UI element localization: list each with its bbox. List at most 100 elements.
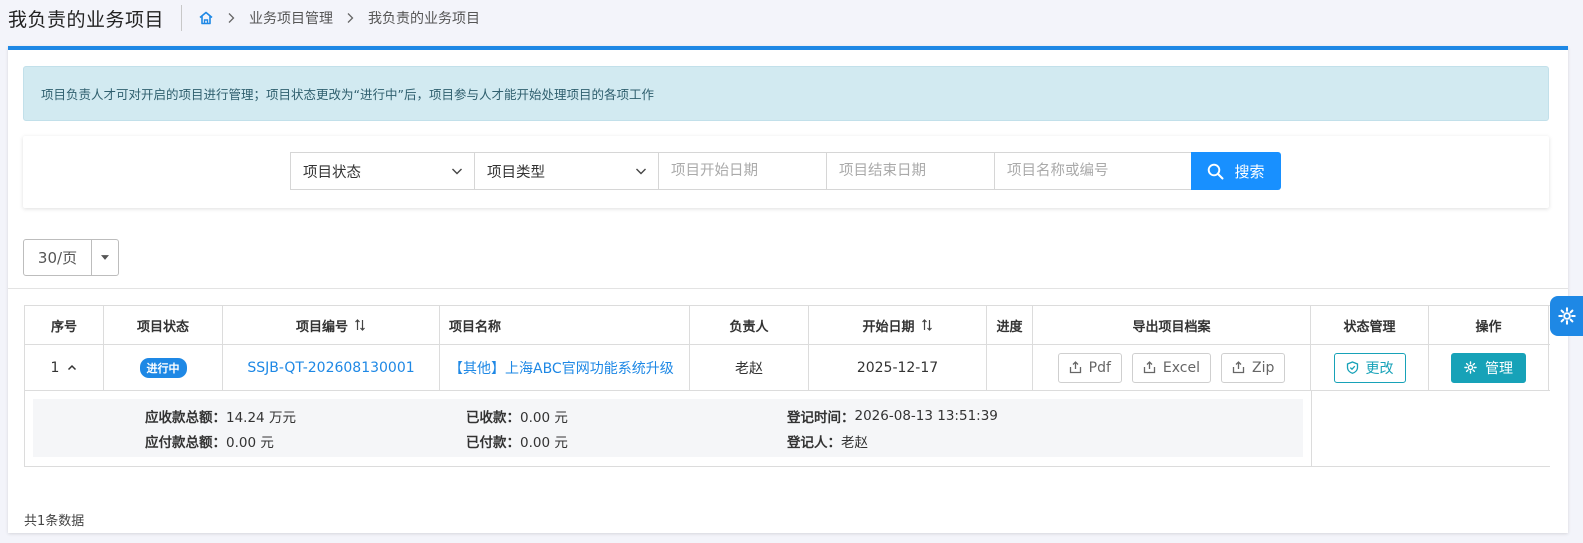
change-status-label: 更改 bbox=[1365, 360, 1394, 377]
cell-owner: 老赵 bbox=[690, 345, 809, 390]
export-pdf-button[interactable]: Pdf bbox=[1057, 352, 1122, 383]
export-icon bbox=[1143, 361, 1156, 374]
gear-icon bbox=[1557, 307, 1576, 325]
breadcrumb-item-business-project-management[interactable]: 业务项目管理 bbox=[249, 8, 333, 28]
total-count: 共1条数据 bbox=[24, 514, 85, 529]
cell-state-management: 更改 bbox=[1311, 345, 1429, 390]
end-date-input[interactable] bbox=[826, 152, 995, 190]
chevron-down-icon bbox=[635, 165, 647, 177]
column-header-progress: 进度 bbox=[987, 306, 1033, 344]
cell-export: Pdf Excel Zip bbox=[1033, 345, 1311, 390]
main-card: 项目负责人才可对开启的项目进行管理；项目状态更改为“进行中”后，项目参与人才能开… bbox=[8, 46, 1568, 533]
status-badge: 进行中 bbox=[139, 357, 187, 378]
registration-time-label: 登记时间： bbox=[787, 410, 855, 426]
paid-amount-value: 0.00 元 bbox=[520, 435, 568, 451]
registration-time-value: 2026-08-13 13:51:39 bbox=[854, 408, 998, 424]
project-name-link[interactable]: 【其他】上海ABC官网功能系统升级 bbox=[449, 358, 674, 378]
cell-name: 【其他】上海ABC官网功能系统升级 bbox=[440, 345, 690, 390]
search-row: 项目状态 项目类型 搜索 bbox=[290, 152, 1281, 190]
chevron-up-icon[interactable] bbox=[67, 363, 77, 373]
received-amount-label: 已收款： bbox=[466, 410, 520, 426]
column-header-start-date[interactable]: 开始日期 bbox=[809, 306, 987, 344]
cell-operation: 管理 bbox=[1429, 345, 1549, 390]
export-excel-button[interactable]: Excel bbox=[1131, 352, 1211, 383]
received-amount: 已收款： 0.00 元 bbox=[466, 406, 568, 426]
export-zip-button[interactable]: Zip bbox=[1220, 352, 1286, 383]
title-divider bbox=[181, 5, 183, 31]
keyword-input[interactable] bbox=[994, 152, 1192, 190]
column-header-index: 序号 bbox=[25, 306, 104, 344]
paid-amount: 已付款： 0.00 元 bbox=[466, 431, 568, 451]
chevron-down-icon bbox=[451, 165, 463, 177]
payable-total-label: 应付款总额： bbox=[145, 435, 226, 451]
cell-code: SSJB-QT-202608130001 bbox=[223, 345, 440, 390]
start-date-input[interactable] bbox=[658, 152, 827, 190]
column-header-code-label: 项目编号 bbox=[295, 319, 348, 335]
receivable-total-value: 14.24 万元 bbox=[226, 410, 296, 426]
column-header-export: 导出项目档案 bbox=[1033, 306, 1311, 344]
column-header-status: 项目状态 bbox=[104, 306, 223, 344]
sort-icon[interactable] bbox=[354, 319, 366, 331]
column-header-code[interactable]: 项目编号 bbox=[223, 306, 440, 344]
export-icon bbox=[1232, 361, 1245, 374]
search-button-label: 搜索 bbox=[1234, 162, 1265, 181]
project-table: 序号 项目状态 项目编号 项目名称 负责人 开始日期 进度 导出项目档案 状态管… bbox=[24, 305, 1550, 467]
breadcrumb-item-current: 我负责的业务项目 bbox=[368, 11, 481, 27]
sort-icon[interactable] bbox=[921, 319, 933, 331]
shield-icon bbox=[1346, 361, 1359, 374]
caret-down-icon[interactable] bbox=[92, 240, 118, 275]
project-type-select-label: 项目类型 bbox=[487, 164, 545, 181]
cell-index: 1 bbox=[25, 345, 104, 390]
search-panel: 项目状态 项目类型 搜索 bbox=[23, 136, 1549, 208]
receivable-total-label: 应收款总额： bbox=[145, 410, 226, 426]
manage-button[interactable]: 管理 bbox=[1451, 352, 1526, 383]
cell-status: 进行中 bbox=[104, 345, 223, 390]
export-icon bbox=[1069, 361, 1082, 374]
info-notice: 项目负责人才可对开启的项目进行管理；项目状态更改为“进行中”后，项目参与人才能开… bbox=[23, 66, 1549, 121]
table-row: 1 进行中 SSJB-QT-202608130001 【其他】上海ABC官网功能… bbox=[24, 345, 1550, 391]
row-expand-toggle[interactable]: 1 bbox=[51, 360, 78, 376]
registrar-value: 老赵 bbox=[841, 435, 868, 451]
payable-total: 应付款总额： 0.00 元 bbox=[145, 431, 274, 451]
export-pdf-label: Pdf bbox=[1088, 359, 1111, 376]
paid-amount-label: 已付款： bbox=[466, 435, 520, 451]
home-icon[interactable] bbox=[198, 10, 214, 26]
export-zip-label: Zip bbox=[1251, 359, 1275, 376]
page-size-value: 30/页 bbox=[24, 240, 92, 275]
row-detail-panel: 应收款总额： 14.24 万元 应付款总额： 0.00 元 已收款： 0.00 … bbox=[25, 391, 1312, 466]
search-icon bbox=[1207, 163, 1224, 180]
receivable-total: 应收款总额： 14.24 万元 bbox=[145, 406, 296, 426]
row-index: 1 bbox=[50, 359, 60, 376]
row-detail-empty bbox=[1312, 391, 1550, 466]
column-header-state-management: 状态管理 bbox=[1311, 306, 1429, 344]
registration-time: 登记时间： 2026-08-13 13:51:39 bbox=[787, 406, 998, 426]
settings-float-button[interactable] bbox=[1550, 296, 1583, 336]
project-type-select[interactable]: 项目类型 bbox=[474, 152, 659, 190]
row-detail: 应收款总额： 14.24 万元 应付款总额： 0.00 元 已收款： 0.00 … bbox=[24, 391, 1550, 467]
cell-start-date: 2025-12-17 bbox=[809, 345, 987, 390]
manage-label: 管理 bbox=[1485, 360, 1513, 377]
column-header-operation: 操作 bbox=[1429, 306, 1549, 344]
received-amount-value: 0.00 元 bbox=[520, 410, 568, 426]
payable-total-value: 0.00 元 bbox=[226, 435, 274, 451]
divider bbox=[8, 288, 1568, 289]
export-excel-label: Excel bbox=[1162, 359, 1200, 376]
column-header-owner: 负责人 bbox=[690, 306, 809, 344]
page-size-select[interactable]: 30/页 bbox=[23, 239, 119, 276]
top-bar: 我负责的业务项目 业务项目管理 我负责的业务项目 bbox=[0, 0, 1583, 36]
search-button[interactable]: 搜索 bbox=[1191, 152, 1281, 190]
chevron-right-icon bbox=[225, 12, 237, 24]
chevron-right-icon bbox=[344, 12, 356, 24]
page-title: 我负责的业务项目 bbox=[8, 8, 165, 31]
registrar-label: 登记人： bbox=[787, 435, 841, 451]
project-status-select[interactable]: 项目状态 bbox=[290, 152, 475, 190]
registrar: 登记人： 老赵 bbox=[787, 431, 868, 451]
project-code-link[interactable]: SSJB-QT-202608130001 bbox=[247, 360, 414, 376]
gear-icon bbox=[1464, 361, 1477, 374]
column-header-start-date-label: 开始日期 bbox=[862, 319, 915, 335]
cell-progress bbox=[987, 345, 1033, 390]
column-header-name: 项目名称 bbox=[440, 306, 690, 344]
change-status-button[interactable]: 更改 bbox=[1333, 352, 1406, 383]
project-status-select-label: 项目状态 bbox=[303, 164, 361, 181]
table-header: 序号 项目状态 项目编号 项目名称 负责人 开始日期 进度 导出项目档案 状态管… bbox=[24, 305, 1550, 345]
